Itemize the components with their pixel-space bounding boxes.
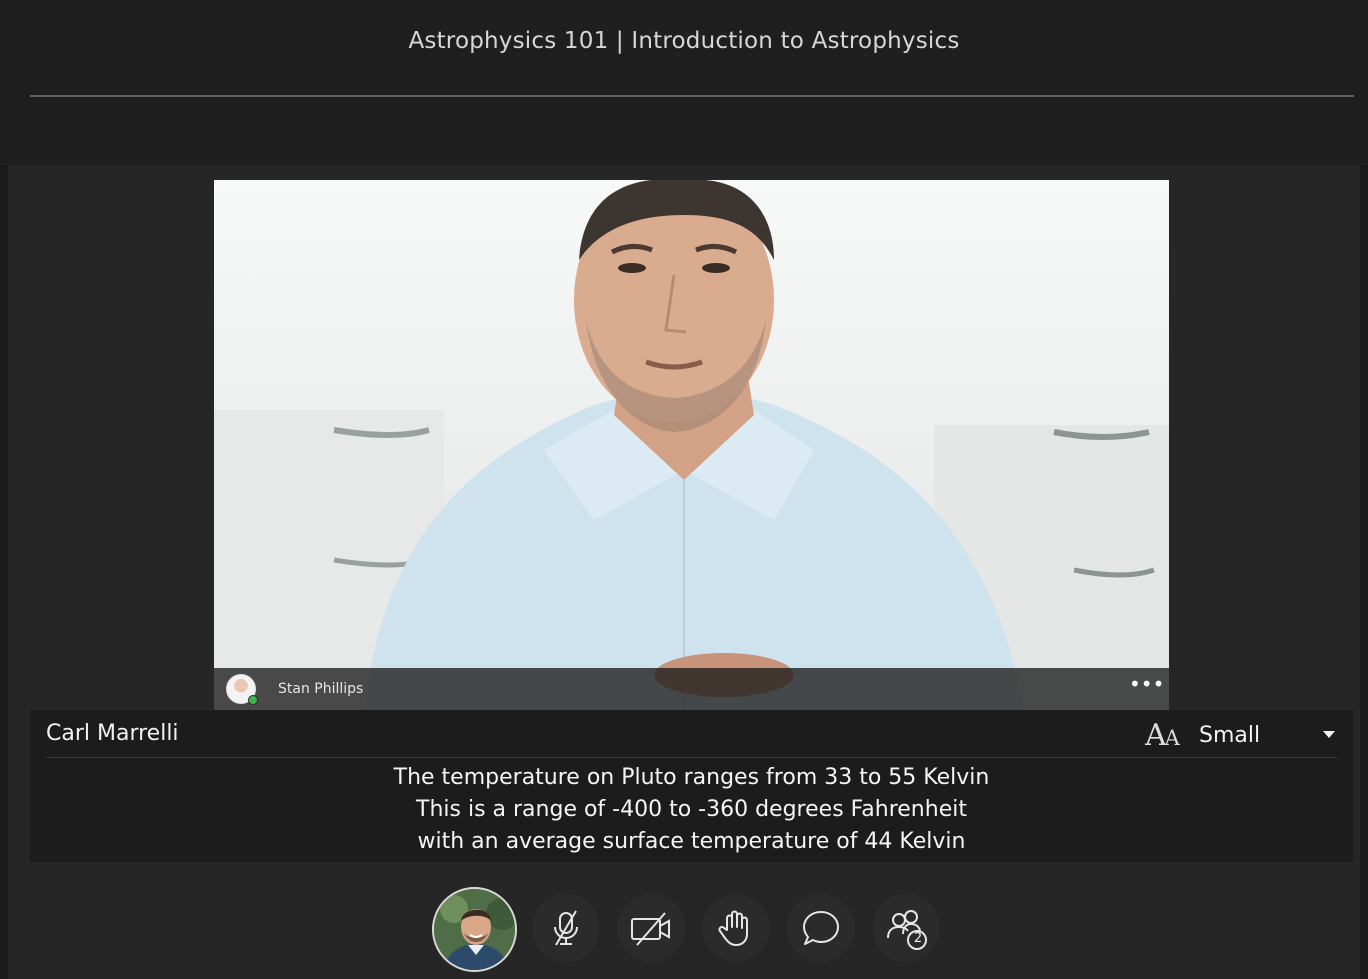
chat-icon: [803, 911, 839, 945]
microphone-muted-icon: [554, 910, 578, 946]
presenter-video[interactable]: Stan Phillips •••: [214, 180, 1169, 710]
captions-panel: Carl Marrelli AA Small The temperature o…: [30, 710, 1353, 862]
font-size-value: Small: [1199, 723, 1261, 748]
caption-line: This is a range of -400 to -360 degrees …: [416, 797, 967, 822]
participants-button[interactable]: 2: [872, 894, 940, 962]
raise-hand-icon: [718, 910, 748, 946]
camera-off-icon: [631, 912, 670, 946]
raise-hand-button[interactable]: [702, 894, 770, 962]
presenter-video-frame: [214, 180, 1169, 710]
caption-line: with an average surface temperature of 4…: [417, 829, 966, 854]
header-divider: [30, 95, 1354, 97]
more-options-button[interactable]: •••: [1129, 674, 1164, 699]
caption-divider: [46, 757, 1337, 758]
presence-status-icon: [248, 695, 258, 705]
user-avatar[interactable]: [432, 887, 517, 972]
caption-font-size-dropdown[interactable]: AA Small: [1145, 716, 1335, 753]
mute-microphone-button[interactable]: [532, 894, 600, 962]
user-avatar-image: [434, 889, 515, 970]
session-controls: 2: [0, 886, 1368, 974]
caption-line: The temperature on Pluto ranges from 33 …: [393, 765, 990, 790]
session-header: Astrophysics 101 | Introduction to Astro…: [0, 0, 1368, 165]
video-info-bar: Stan Phillips •••: [214, 668, 1169, 710]
caption-text: The temperature on Pluto ranges from 33 …: [30, 762, 1353, 858]
participants-count-badge: 2: [913, 931, 923, 946]
participant-name: Stan Phillips: [278, 681, 364, 697]
chat-button[interactable]: [787, 894, 855, 962]
chevron-down-icon: [1323, 731, 1335, 738]
caption-speaker: Carl Marrelli: [46, 721, 179, 746]
camera-toggle-button[interactable]: [617, 894, 685, 962]
font-size-icon: AA: [1145, 718, 1180, 753]
session-title: Astrophysics 101 | Introduction to Astro…: [408, 28, 960, 54]
